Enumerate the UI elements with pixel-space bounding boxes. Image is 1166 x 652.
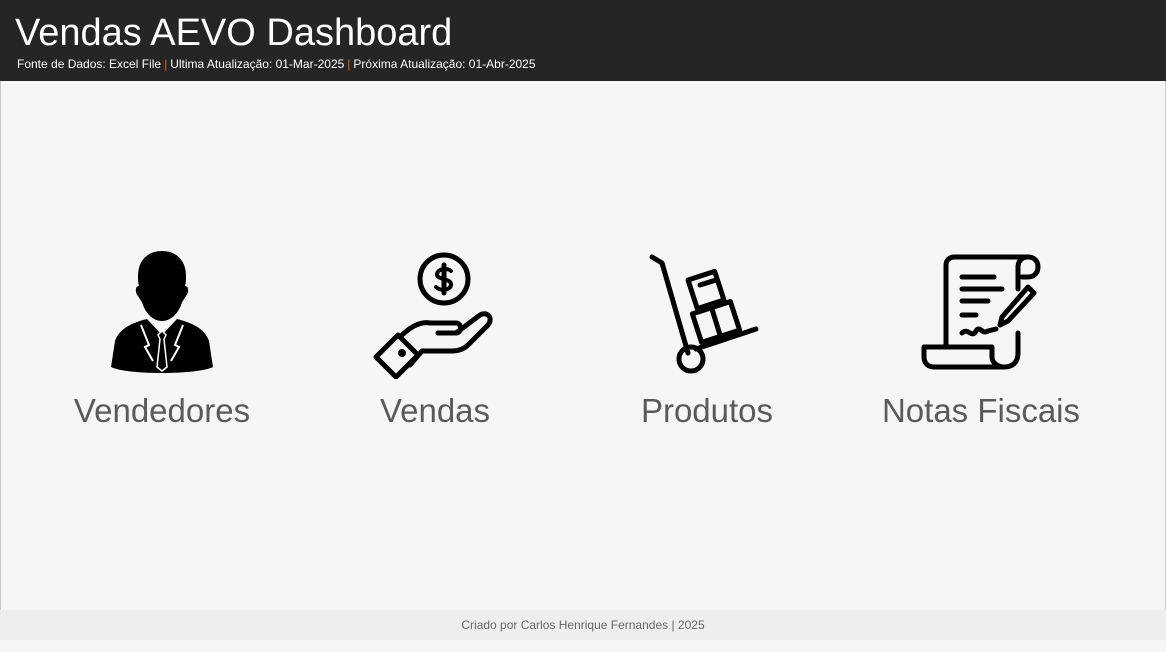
tile-label: Vendas [379,392,491,429]
tile-label: Vendedores [73,392,251,429]
bottom-strip [0,640,1166,652]
tile-label: Produtos [640,392,774,429]
invoice-scroll-icon [916,249,1046,379]
footer-credit: Criado por Carlos Henrique Fernandes | 2… [461,618,705,632]
businessman-icon [97,249,227,379]
hand-truck-boxes-icon [642,249,772,379]
tile-produtos[interactable]: Produtos [577,249,837,439]
data-info-line: Fonte de Dados: Excel File | Ultima Atuali… [17,56,536,72]
main-content: Vendedores Vendas Produtos Notas Fiscais [0,81,1166,610]
header-bar: Vendas AEVO Dashboard Fonte de Dados: Ex… [0,0,1166,81]
footer: Criado por Carlos Henrique Fernandes | 2… [0,610,1166,640]
page-title: Vendas AEVO Dashboard [15,12,453,54]
next-update-text: Próxima Atualização: 01-Abr-2025 [353,57,536,71]
last-update-text: Ultima Atualização: 01-Mar-2025 [170,57,345,71]
tile-notas-fiscais[interactable]: Notas Fiscais [851,249,1111,439]
data-source-text: Fonte de Dados: Excel File [17,57,162,71]
tile-vendedores[interactable]: Vendedores [32,249,292,439]
hand-holding-money-icon [370,249,500,379]
separator: | [164,57,168,71]
tile-vendas[interactable]: Vendas [305,249,565,439]
tile-label: Notas Fiscais [881,392,1081,429]
